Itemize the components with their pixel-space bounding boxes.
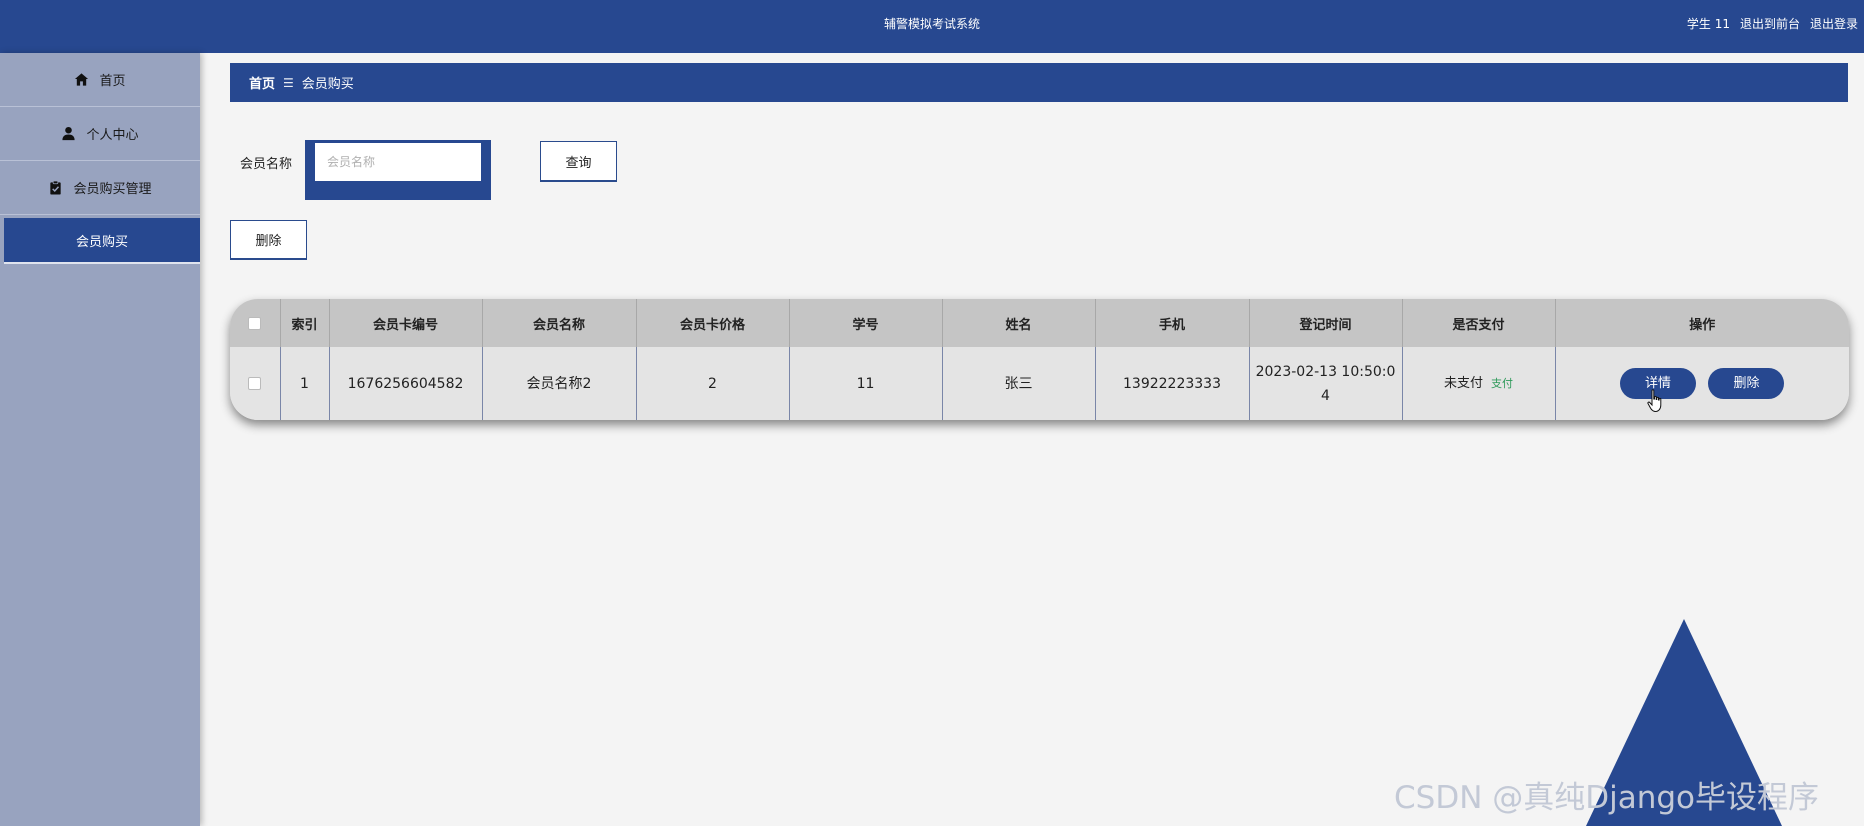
column-header: 会员卡编号 (329, 299, 483, 347)
cell-card-no: 1676256604582 (329, 347, 483, 420)
table-row: 1 1676256604582 会员名称2 2 11 张三 1392222333… (230, 347, 1849, 420)
csdn-watermark: CSDN @真纯Django毕设程序 (1394, 780, 1820, 816)
breadcrumb-current: 会员购买 (301, 77, 354, 92)
batch-delete-button[interactable]: 删除 (230, 220, 307, 260)
home-icon (75, 73, 89, 86)
pay-link[interactable]: 支付 (1491, 377, 1513, 390)
cell-index: 1 (280, 347, 330, 420)
column-header: 手机 (1095, 299, 1250, 347)
sidebar-item-label: 个人中心 (86, 128, 139, 143)
sidebar-item-label: 会员购买管理 (73, 182, 152, 197)
pay-status-text: 未支付 (1443, 376, 1483, 391)
sidebar-item-membership-management[interactable]: 会员购买管理 (0, 161, 200, 215)
column-header: 姓名 (942, 299, 1096, 347)
column-header: 学号 (789, 299, 943, 347)
member-name-search-input[interactable] (315, 143, 481, 181)
select-all-cell (230, 299, 281, 347)
column-header: 登记时间 (1249, 299, 1403, 347)
breadcrumb-home[interactable]: 首页 (249, 73, 275, 92)
reg-time-line1: 2023-02-13 10:50:0 (1255, 363, 1396, 380)
data-table: 索引 会员卡编号 会员名称 会员卡价格 学号 姓名 手机 登记时间 是否支付 操… (230, 299, 1849, 420)
column-header: 操作 (1689, 317, 1716, 333)
query-button[interactable]: 查询 (540, 141, 617, 182)
sidebar-item-profile[interactable]: 个人中心 (0, 107, 200, 161)
sidebar-item-home[interactable]: 首页 (0, 53, 200, 107)
top-bar: 辅警模拟考试系统 学生 11 退出到前台 退出登录 (0, 0, 1864, 53)
hand-cursor-icon (1647, 389, 1662, 413)
cell-name: 张三 (942, 347, 1096, 420)
table-header-row: 索引 会员卡编号 会员名称 会员卡价格 学号 姓名 手机 登记时间 是否支付 操… (230, 299, 1849, 347)
sidebar-subitem-membership-purchase[interactable]: 会员购买 (4, 218, 200, 264)
row-select-cell (230, 347, 281, 420)
exit-to-front-link[interactable]: 退出到前台 (1740, 0, 1800, 53)
breadcrumb: 首页 ☰ 会员购买 (230, 63, 1848, 102)
column-header: 会员卡价格 (636, 299, 790, 347)
reg-time-line2: 4 (1321, 387, 1330, 404)
search-box (305, 140, 491, 200)
cell-phone: 13922223333 (1095, 347, 1250, 420)
clipboard-icon (50, 180, 62, 195)
search-label: 会员名称 (240, 157, 293, 172)
user-icon (62, 126, 76, 141)
user-label: 学生 11 (1686, 17, 1730, 31)
sidebar-item-label: 首页 (99, 74, 126, 89)
row-delete-button[interactable]: 删除 (1708, 368, 1785, 399)
cell-student-no: 11 (789, 347, 943, 420)
cell-actions: 详情 删除 (1555, 347, 1849, 420)
cell-member-name: 会员名称2 (482, 347, 637, 420)
select-all-checkbox[interactable] (248, 316, 262, 330)
cell-price: 2 (636, 347, 790, 420)
logout-link[interactable]: 退出登录 (1810, 0, 1858, 53)
cell-pay-status: 未支付 支付 (1402, 347, 1556, 420)
row-checkbox[interactable] (248, 377, 262, 390)
app-title: 辅警模拟考试系统 (883, 17, 980, 31)
sidebar: 首页 个人中心 会员购买管理 会员购买 (0, 53, 200, 826)
breadcrumb-separator-icon: ☰ (283, 75, 294, 90)
column-header: 是否支付 (1402, 299, 1556, 347)
column-header: 索引 (280, 299, 330, 347)
top-actions: 学生 11 退出到前台 退出登录 (1687, 0, 1858, 53)
column-header: 会员名称 (482, 299, 637, 347)
cell-reg-time: 2023-02-13 10:50:0 4 (1249, 347, 1403, 420)
